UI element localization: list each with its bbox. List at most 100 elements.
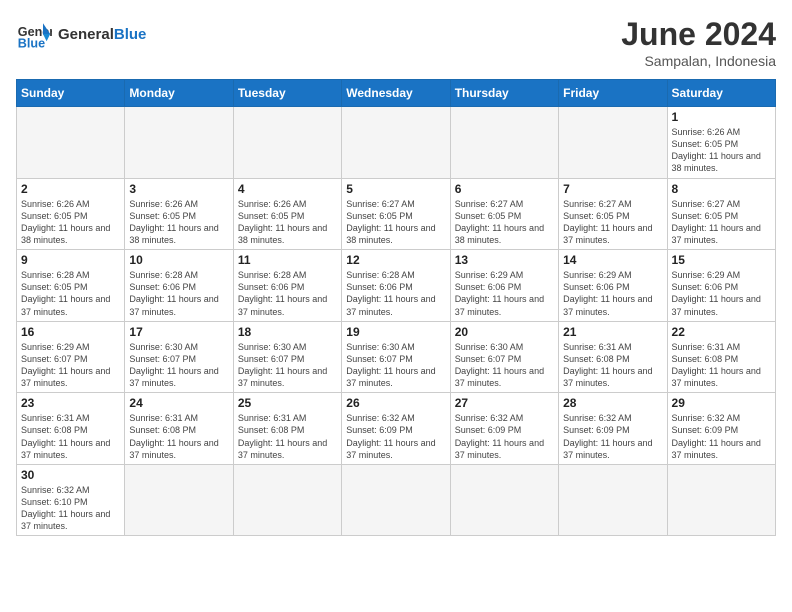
day-number: 26 bbox=[346, 396, 445, 410]
day-info: Sunrise: 6:32 AM Sunset: 6:09 PM Dayligh… bbox=[455, 412, 554, 461]
day-number: 1 bbox=[672, 110, 771, 124]
day-number: 14 bbox=[563, 253, 662, 267]
day-number: 9 bbox=[21, 253, 120, 267]
calendar-cell: 13 Sunrise: 6:29 AM Sunset: 6:06 PM Dayli… bbox=[450, 250, 558, 322]
day-info: Sunrise: 6:30 AM Sunset: 6:07 PM Dayligh… bbox=[346, 341, 445, 390]
day-number: 28 bbox=[563, 396, 662, 410]
calendar-cell bbox=[342, 464, 450, 536]
calendar-week-row: 1Sunrise: 6:26 AM Sunset: 6:05 PM Daylig… bbox=[17, 107, 776, 179]
day-header-thursday: Thursday bbox=[450, 80, 558, 107]
calendar-cell bbox=[559, 107, 667, 179]
day-number: 8 bbox=[672, 182, 771, 196]
calendar-cell: 10Sunrise: 6:28 AM Sunset: 6:06 PM Dayli… bbox=[125, 250, 233, 322]
calendar-cell: 29Sunrise: 6:32 AM Sunset: 6:09 PM Dayli… bbox=[667, 393, 775, 465]
day-info: Sunrise: 6:28 AM Sunset: 6:05 PM Dayligh… bbox=[21, 269, 120, 318]
calendar-cell: 2Sunrise: 6:26 AM Sunset: 6:05 PM Daylig… bbox=[17, 178, 125, 250]
day-header-saturday: Saturday bbox=[667, 80, 775, 107]
calendar-week-row: 16 Sunrise: 6:29 AM Sunset: 6:07 PM Dayli… bbox=[17, 321, 776, 393]
day-number: 25 bbox=[238, 396, 337, 410]
day-info: Sunrise: 6:29 AM Sunset: 6:06 PM Dayligh… bbox=[455, 269, 554, 318]
calendar-cell: 6 Sunrise: 6:27 AM Sunset: 6:05 PM Daylig… bbox=[450, 178, 558, 250]
calendar-cell bbox=[233, 464, 341, 536]
day-info: Sunrise: 6:26 AM Sunset: 6:05 PM Dayligh… bbox=[21, 198, 120, 247]
calendar-cell bbox=[233, 107, 341, 179]
day-number: 18 bbox=[238, 325, 337, 339]
day-number: 5 bbox=[346, 182, 445, 196]
calendar-header-row: SundayMondayTuesdayWednesdayThursdayFrid… bbox=[17, 80, 776, 107]
calendar-cell: 19Sunrise: 6:30 AM Sunset: 6:07 PM Dayli… bbox=[342, 321, 450, 393]
day-header-friday: Friday bbox=[559, 80, 667, 107]
day-header-tuesday: Tuesday bbox=[233, 80, 341, 107]
calendar-cell: 1Sunrise: 6:26 AM Sunset: 6:05 PM Daylig… bbox=[667, 107, 775, 179]
location-subtitle: Sampalan, Indonesia bbox=[621, 53, 776, 69]
day-header-wednesday: Wednesday bbox=[342, 80, 450, 107]
day-info: Sunrise: 6:32 AM Sunset: 6:09 PM Dayligh… bbox=[346, 412, 445, 461]
calendar-cell: 8 Sunrise: 6:27 AM Sunset: 6:05 PM Daylig… bbox=[667, 178, 775, 250]
calendar-table: SundayMondayTuesdayWednesdayThursdayFrid… bbox=[16, 79, 776, 536]
calendar-cell bbox=[450, 107, 558, 179]
day-number: 24 bbox=[129, 396, 228, 410]
calendar-cell: 4Sunrise: 6:26 AM Sunset: 6:05 PM Daylig… bbox=[233, 178, 341, 250]
day-header-monday: Monday bbox=[125, 80, 233, 107]
month-title: June 2024 bbox=[621, 16, 776, 53]
calendar-cell: 18 Sunrise: 6:30 AM Sunset: 6:07 PM Dayli… bbox=[233, 321, 341, 393]
day-number: 16 bbox=[21, 325, 120, 339]
calendar-cell: 3 Sunrise: 6:26 AM Sunset: 6:05 PM Daylig… bbox=[125, 178, 233, 250]
day-info: Sunrise: 6:31 AM Sunset: 6:08 PM Dayligh… bbox=[129, 412, 228, 461]
day-info: Sunrise: 6:27 AM Sunset: 6:05 PM Dayligh… bbox=[455, 198, 554, 247]
calendar-cell bbox=[667, 464, 775, 536]
logo-icon: General Blue bbox=[16, 16, 52, 52]
day-number: 22 bbox=[672, 325, 771, 339]
calendar-cell: 28 Sunrise: 6:32 AM Sunset: 6:09 PM Dayli… bbox=[559, 393, 667, 465]
day-number: 11 bbox=[238, 253, 337, 267]
calendar-cell: 22 Sunrise: 6:31 AM Sunset: 6:08 PM Dayli… bbox=[667, 321, 775, 393]
day-info: Sunrise: 6:32 AM Sunset: 6:10 PM Dayligh… bbox=[21, 484, 120, 533]
calendar-cell: 9 Sunrise: 6:28 AM Sunset: 6:05 PM Daylig… bbox=[17, 250, 125, 322]
day-info: Sunrise: 6:29 AM Sunset: 6:07 PM Dayligh… bbox=[21, 341, 120, 390]
day-number: 6 bbox=[455, 182, 554, 196]
day-info: Sunrise: 6:27 AM Sunset: 6:05 PM Dayligh… bbox=[563, 198, 662, 247]
day-number: 12 bbox=[346, 253, 445, 267]
calendar-cell bbox=[450, 464, 558, 536]
day-number: 20 bbox=[455, 325, 554, 339]
calendar-cell: 5 Sunrise: 6:27 AM Sunset: 6:05 PM Daylig… bbox=[342, 178, 450, 250]
calendar-cell: 16 Sunrise: 6:29 AM Sunset: 6:07 PM Dayli… bbox=[17, 321, 125, 393]
day-number: 3 bbox=[129, 182, 228, 196]
calendar-cell: 12Sunrise: 6:28 AM Sunset: 6:06 PM Dayli… bbox=[342, 250, 450, 322]
day-info: Sunrise: 6:26 AM Sunset: 6:05 PM Dayligh… bbox=[129, 198, 228, 247]
calendar-cell: 17Sunrise: 6:30 AM Sunset: 6:07 PM Dayli… bbox=[125, 321, 233, 393]
calendar-cell bbox=[559, 464, 667, 536]
day-number: 15 bbox=[672, 253, 771, 267]
calendar-cell bbox=[342, 107, 450, 179]
calendar-cell: 7Sunrise: 6:27 AM Sunset: 6:05 PM Daylig… bbox=[559, 178, 667, 250]
day-number: 21 bbox=[563, 325, 662, 339]
day-number: 30 bbox=[21, 468, 120, 482]
calendar-cell: 30 Sunrise: 6:32 AM Sunset: 6:10 PM Dayli… bbox=[17, 464, 125, 536]
day-info: Sunrise: 6:29 AM Sunset: 6:06 PM Dayligh… bbox=[672, 269, 771, 318]
svg-text:Blue: Blue bbox=[18, 37, 45, 51]
calendar-cell bbox=[17, 107, 125, 179]
day-info: Sunrise: 6:30 AM Sunset: 6:07 PM Dayligh… bbox=[238, 341, 337, 390]
calendar-cell: 14Sunrise: 6:29 AM Sunset: 6:06 PM Dayli… bbox=[559, 250, 667, 322]
day-number: 27 bbox=[455, 396, 554, 410]
calendar-cell: 15 Sunrise: 6:29 AM Sunset: 6:06 PM Dayli… bbox=[667, 250, 775, 322]
calendar-cell bbox=[125, 464, 233, 536]
calendar-cell: 11 Sunrise: 6:28 AM Sunset: 6:06 PM Dayli… bbox=[233, 250, 341, 322]
day-info: Sunrise: 6:31 AM Sunset: 6:08 PM Dayligh… bbox=[672, 341, 771, 390]
calendar-week-row: 30 Sunrise: 6:32 AM Sunset: 6:10 PM Dayli… bbox=[17, 464, 776, 536]
calendar-week-row: 9 Sunrise: 6:28 AM Sunset: 6:05 PM Daylig… bbox=[17, 250, 776, 322]
logo: General Blue GeneralBlue bbox=[16, 16, 146, 52]
calendar-cell: 26 Sunrise: 6:32 AM Sunset: 6:09 PM Dayli… bbox=[342, 393, 450, 465]
day-info: Sunrise: 6:27 AM Sunset: 6:05 PM Dayligh… bbox=[346, 198, 445, 247]
day-info: Sunrise: 6:31 AM Sunset: 6:08 PM Dayligh… bbox=[563, 341, 662, 390]
calendar-week-row: 2Sunrise: 6:26 AM Sunset: 6:05 PM Daylig… bbox=[17, 178, 776, 250]
day-info: Sunrise: 6:27 AM Sunset: 6:05 PM Dayligh… bbox=[672, 198, 771, 247]
day-number: 10 bbox=[129, 253, 228, 267]
day-number: 23 bbox=[21, 396, 120, 410]
calendar-cell: 27 Sunrise: 6:32 AM Sunset: 6:09 PM Dayli… bbox=[450, 393, 558, 465]
day-info: Sunrise: 6:32 AM Sunset: 6:09 PM Dayligh… bbox=[563, 412, 662, 461]
day-header-sunday: Sunday bbox=[17, 80, 125, 107]
day-number: 13 bbox=[455, 253, 554, 267]
header: General Blue GeneralBlue June 2024 Sampa… bbox=[16, 16, 776, 69]
day-info: Sunrise: 6:28 AM Sunset: 6:06 PM Dayligh… bbox=[238, 269, 337, 318]
